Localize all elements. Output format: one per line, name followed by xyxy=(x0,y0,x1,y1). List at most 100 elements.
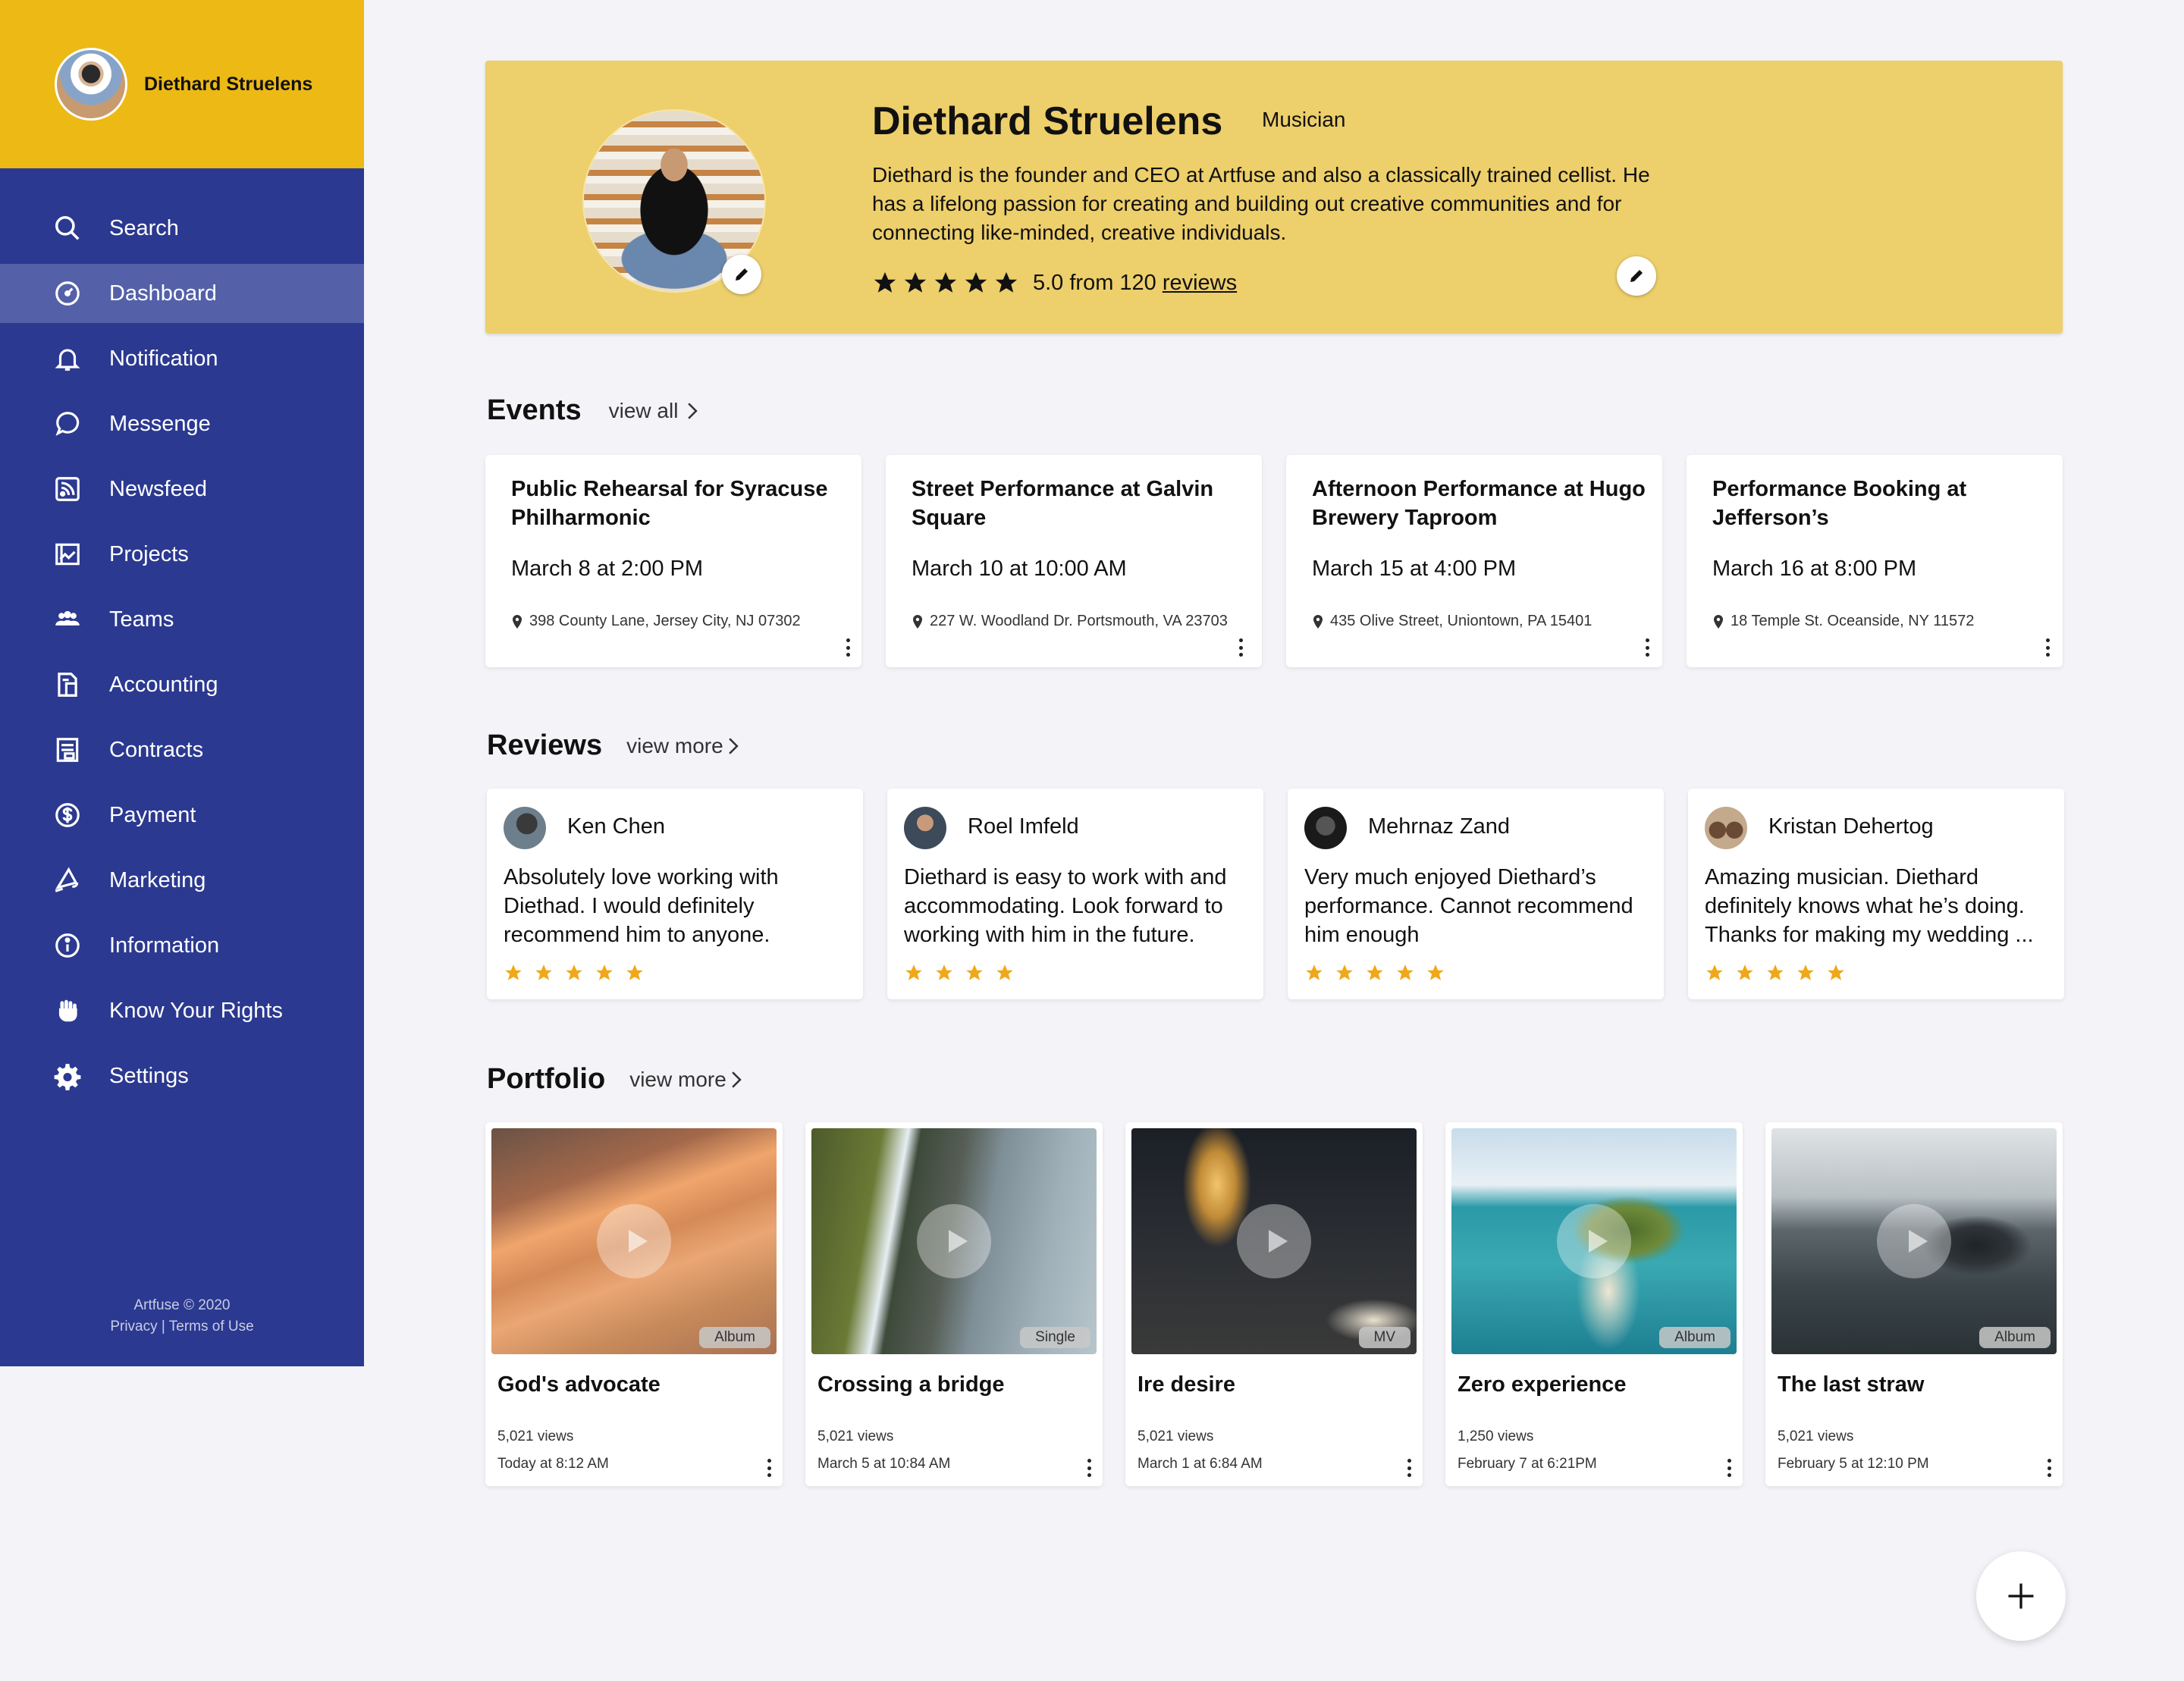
sidebar-item-information[interactable]: Information xyxy=(0,916,364,975)
event-card[interactable]: Afternoon Performance at Hugo Brewery Ta… xyxy=(1286,455,1662,667)
events-title: Events xyxy=(487,394,582,426)
dollar-icon xyxy=(53,801,82,830)
info-icon xyxy=(53,931,82,960)
star-icon xyxy=(1336,964,1353,980)
play-icon xyxy=(1589,1230,1608,1253)
sidebar-item-label: Know Your Rights xyxy=(109,998,283,1023)
reviews-view-more-link[interactable]: view more xyxy=(626,734,740,758)
portfolio-title: Zero experience xyxy=(1458,1372,1627,1397)
edit-photo-button[interactable] xyxy=(722,255,761,294)
sidebar-item-label: Accounting xyxy=(109,672,218,697)
review-card[interactable]: Mehrnaz Zand Very much enjoyed Diethard’… xyxy=(1288,789,1664,999)
sidebar-item-projects[interactable]: Projects xyxy=(0,525,364,584)
teams-icon xyxy=(53,605,82,634)
sidebar-item-search[interactable]: Search xyxy=(0,199,364,258)
profile-rating: 5.0 from 120 reviews xyxy=(872,270,1237,296)
portfolio-card[interactable]: Album The last straw 5,021 views Februar… xyxy=(1765,1122,2063,1486)
more-options-icon[interactable] xyxy=(1726,1459,1732,1477)
sidebar-item-know-your-rights[interactable]: Know Your Rights xyxy=(0,981,364,1040)
copyright-text: Artfuse © 2020 xyxy=(133,1297,231,1313)
review-card[interactable]: Kristan Dehertog Amazing musician. Dieth… xyxy=(1688,789,2064,999)
event-card[interactable]: Performance Booking at Jefferson’s March… xyxy=(1687,455,2063,667)
portfolio-card[interactable]: MV Ire desire 5,021 views March 1 at 6:8… xyxy=(1125,1122,1423,1486)
portfolio-title: God's advocate xyxy=(497,1372,661,1397)
chevron-right-icon xyxy=(732,1071,742,1088)
star-icon xyxy=(1706,964,1723,980)
play-icon xyxy=(629,1230,648,1253)
view-count: 1,250 views xyxy=(1458,1429,1534,1444)
event-title: Public Rehearsal for Syracuse Philharmon… xyxy=(511,477,828,530)
event-address: 227 W. Woodland Dr. Portsmouth, VA 23703 xyxy=(912,613,1228,630)
sidebar-item-dashboard[interactable]: Dashboard xyxy=(0,264,364,323)
more-options-icon[interactable] xyxy=(1086,1459,1092,1477)
review-card[interactable]: Ken Chen Absolutely love working with Di… xyxy=(487,789,863,999)
play-button[interactable] xyxy=(917,1204,991,1278)
event-card[interactable]: Street Performance at Galvin Square Marc… xyxy=(886,455,1262,667)
event-address: 398 County Lane, Jersey City, NJ 07302 xyxy=(511,613,801,630)
sidebar-user[interactable]: Diethard Struelens xyxy=(0,0,364,168)
sidebar-item-teams[interactable]: Teams xyxy=(0,590,364,649)
portfolio-card[interactable]: Single Crossing a bridge 5,021 views Mar… xyxy=(805,1122,1103,1486)
more-options-icon[interactable] xyxy=(1238,638,1244,657)
play-button[interactable] xyxy=(1237,1204,1311,1278)
sidebar-item-payment[interactable]: Payment xyxy=(0,786,364,845)
portfolio-thumbnail[interactable]: Album xyxy=(1771,1128,2057,1354)
portfolio-thumbnail[interactable]: Album xyxy=(491,1128,777,1354)
portfolio-card[interactable]: Album Zero experience 1,250 views Februa… xyxy=(1445,1122,1743,1486)
play-icon xyxy=(1269,1230,1288,1253)
profile-bio: Diethard is the founder and CEO at Artfu… xyxy=(872,163,1650,244)
portfolio-view-more-link[interactable]: view more xyxy=(629,1068,743,1092)
event-address-text: 435 Olive Street, Uniontown, PA 15401 xyxy=(1330,613,1592,629)
portfolio-card[interactable]: Album God's advocate 5,021 views Today a… xyxy=(485,1122,783,1486)
star-icon xyxy=(1367,964,1383,980)
play-button[interactable] xyxy=(597,1204,671,1278)
chevron-right-icon xyxy=(728,737,739,754)
star-icon xyxy=(1767,964,1784,980)
reviews-link[interactable]: reviews xyxy=(1163,271,1237,296)
more-options-icon[interactable] xyxy=(766,1459,772,1477)
events-view-all-link[interactable]: view all xyxy=(609,399,700,423)
sidebar-item-marketing[interactable]: Marketing xyxy=(0,851,364,910)
event-date: March 15 at 4:00 PM xyxy=(1312,557,1517,581)
star-icon xyxy=(1797,964,1814,980)
sidebar-item-contracts[interactable]: Contracts xyxy=(0,720,364,779)
sidebar-item-label: Payment xyxy=(109,802,196,827)
footer-links[interactable]: Privacy | Terms of Use xyxy=(0,1316,364,1338)
sidebar-item-label: Dashboard xyxy=(109,281,217,306)
reviewer-name: Ken Chen xyxy=(567,814,665,839)
sidebar-item-newsfeed[interactable]: Newsfeed xyxy=(0,459,364,519)
play-button[interactable] xyxy=(1877,1204,1951,1278)
portfolio-thumbnail[interactable]: Single xyxy=(811,1128,1097,1354)
event-title: Afternoon Performance at Hugo Brewery Ta… xyxy=(1312,477,1646,530)
event-title: Performance Booking at Jefferson’s xyxy=(1712,477,1967,530)
portfolio-title: Crossing a bridge xyxy=(817,1372,1005,1397)
add-button[interactable] xyxy=(1976,1551,2066,1641)
edit-profile-button[interactable] xyxy=(1617,256,1656,296)
dashboard-icon xyxy=(53,279,82,308)
event-card[interactable]: Public Rehearsal for Syracuse Philharmon… xyxy=(485,455,861,667)
plus-icon xyxy=(2008,1583,2034,1609)
portfolio-thumbnail[interactable]: Album xyxy=(1451,1128,1737,1354)
play-button[interactable] xyxy=(1557,1204,1631,1278)
star-icon xyxy=(904,271,927,293)
review-card[interactable]: Roel Imfeld Diethard is easy to work wit… xyxy=(887,789,1263,999)
event-address-text: 18 Temple St. Oceanside, NY 11572 xyxy=(1731,613,1975,629)
more-options-icon[interactable] xyxy=(845,638,851,657)
star-icon xyxy=(626,964,643,980)
sidebar-item-label: Teams xyxy=(109,607,174,632)
more-options-icon[interactable] xyxy=(1406,1459,1412,1477)
more-options-icon[interactable] xyxy=(2046,1459,2052,1477)
sidebar-item-messenge[interactable]: Messenge xyxy=(0,394,364,453)
more-options-icon[interactable] xyxy=(2044,638,2051,657)
portfolio-thumbnail[interactable]: MV xyxy=(1131,1128,1417,1354)
sidebar-item-notification[interactable]: Notification xyxy=(0,329,364,388)
more-options-icon[interactable] xyxy=(1644,638,1650,657)
location-pin-icon xyxy=(1714,614,1723,629)
sidebar-item-label: Contracts xyxy=(109,737,204,762)
sidebar-item-accounting[interactable]: Accounting xyxy=(0,655,364,714)
portfolio-title: Portfolio xyxy=(487,1063,606,1095)
profile-role: Musician xyxy=(1262,108,1346,131)
star-icon xyxy=(965,271,987,293)
sidebar-item-settings[interactable]: Settings xyxy=(0,1046,364,1106)
user-avatar[interactable] xyxy=(55,48,127,121)
